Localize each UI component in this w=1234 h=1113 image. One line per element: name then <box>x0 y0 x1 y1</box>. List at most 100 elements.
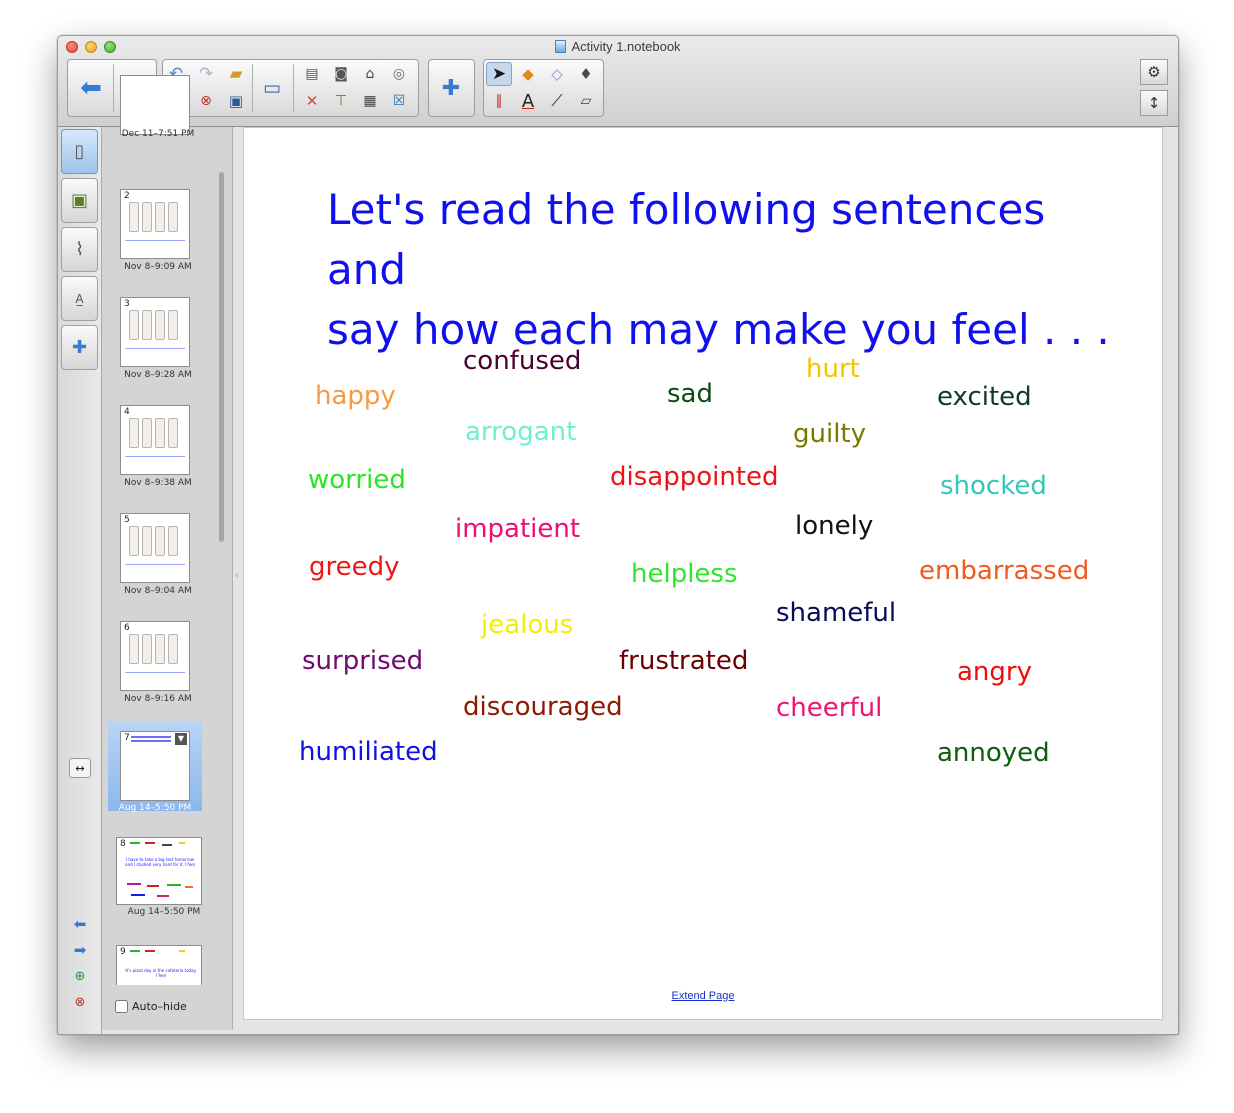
word-arrogant[interactable]: arrogant <box>465 417 576 447</box>
thumbnail-caption: Nov 8–9:38 AM <box>124 478 192 488</box>
eraser-icon: ◇ <box>551 65 563 83</box>
word-jealous[interactable]: jealous <box>481 610 573 640</box>
line-tool-button[interactable]: ⟋ <box>544 89 570 113</box>
autohide-checkbox[interactable] <box>115 1000 128 1013</box>
extend-page-link[interactable]: Extend Page <box>244 990 1162 1002</box>
page-thumbnail[interactable]: 2 Nov 8–9:09 AM <box>102 189 214 279</box>
shapes-tool-button[interactable]: ◆ <box>515 62 541 86</box>
swap-sidebar-button[interactable]: ↔ <box>69 758 91 778</box>
document-camera-button[interactable]: ⌂ <box>357 62 383 86</box>
up-down-arrows-icon: ↕ <box>1147 94 1161 112</box>
handwriting-recognition-button[interactable]: ◎ <box>386 62 412 86</box>
page-thumbnail[interactable]: 5 Nov 8–9:04 AM <box>102 513 214 603</box>
word-frustrated[interactable]: frustrated <box>619 646 748 676</box>
paperclip-icon: ⌇ <box>75 239 84 260</box>
side-tab-bar: ▯ ▣ ⌇ A̲ ✚ ↔ ⬅ ➡ ⊕ ⊗ <box>58 127 102 1034</box>
tab-page-sorter[interactable]: ▯ <box>61 129 98 174</box>
thumbnail-caption: Dec 11–7:51 PM <box>121 129 195 139</box>
page-thumbnail[interactable]: 4 Nov 8–9:38 AM <box>102 405 214 495</box>
autohide-option[interactable]: Auto–hide <box>115 1000 187 1013</box>
open-file-button[interactable]: ▰ <box>223 62 249 86</box>
sorter-scrollbar[interactable] <box>219 172 224 542</box>
presentation-icon: ⊤ <box>334 93 348 109</box>
word-humiliated[interactable]: humiliated <box>299 737 438 767</box>
page-thumbnail[interactable]: 9 It's pizza day in the cafeteria today.… <box>108 945 220 985</box>
thumbnail-number: 6 <box>124 623 130 633</box>
delete-page-small-icon: ⊗ <box>74 994 86 1010</box>
word-shameful[interactable]: shameful <box>776 598 896 628</box>
word-discouraged[interactable]: discouraged <box>463 692 623 722</box>
thumbnail-number: 7 <box>124 733 130 743</box>
tab-attachments[interactable]: ⌇ <box>61 227 98 272</box>
word-surprised[interactable]: surprised <box>302 646 423 676</box>
paste-button[interactable]: ▤ <box>299 62 325 86</box>
sidebar-previous-page-button[interactable]: ⬅ <box>71 915 89 933</box>
page-sorter: Dec 11–7:51 PM 2 Nov 8–9:09 AM 3 Nov 8–9… <box>102 75 233 1030</box>
sidebar-next-page-button[interactable]: ➡ <box>71 941 89 959</box>
word-confused[interactable]: confused <box>463 346 581 376</box>
whiteboard-page[interactable]: Let's read the following sentences and s… <box>243 127 1163 1020</box>
page-thumbnail[interactable]: 3 Nov 8–9:28 AM <box>102 297 214 387</box>
word-lonely[interactable]: lonely <box>795 511 873 541</box>
thumbnail-caption: Nov 8–9:28 AM <box>124 370 192 380</box>
thumbnail-number: 2 <box>124 191 130 201</box>
table-icon: ▦ <box>363 93 377 109</box>
sorter-splitter[interactable]: ‹ <box>233 127 243 1030</box>
fill-tool-button[interactable]: ♦ <box>573 62 599 86</box>
addons-button[interactable]: ✚ <box>429 60 473 116</box>
tab-addons[interactable]: ✚ <box>61 325 98 370</box>
word-guilty[interactable]: guilty <box>793 419 866 449</box>
tab-properties[interactable]: A̲ <box>61 276 98 321</box>
pens-icon: ∥ <box>495 93 503 109</box>
word-cheerful[interactable]: cheerful <box>776 693 882 723</box>
page-thumbnail[interactable]: 6 Nov 8–9:16 AM <box>102 621 214 711</box>
puzzle-tab-icon: ✚ <box>71 337 88 358</box>
thumbnail-number: 9 <box>120 947 126 957</box>
thumbnail-image: 7 ▼ <box>120 731 190 801</box>
word-excited[interactable]: excited <box>937 382 1032 412</box>
page-icon: ▯ <box>74 141 85 162</box>
thumbnail-menu-button[interactable]: ▼ <box>175 733 187 745</box>
word-embarrassed[interactable]: embarrassed <box>919 556 1089 586</box>
x-icon: ✕ <box>305 92 319 110</box>
doc-camera-icon: ⌂ <box>365 66 375 82</box>
thumbnail-caption: Nov 8–9:09 AM <box>124 262 192 272</box>
tab-gallery[interactable]: ▣ <box>61 178 98 223</box>
eraser-shape-tool-button[interactable]: ◇ <box>544 62 570 86</box>
word-worried[interactable]: worried <box>308 465 406 495</box>
page-thumbnail[interactable]: 8 I have to take a big test tomorrow and… <box>108 837 220 927</box>
page-thumbnail[interactable]: Dec 11–7:51 PM <box>102 67 214 157</box>
sidebar-add-page-button[interactable]: ⊕ <box>71 967 89 985</box>
insert-table-button[interactable]: ▦ <box>357 89 383 113</box>
shapes-icon: ◆ <box>522 65 534 83</box>
word-helpless[interactable]: helpless <box>631 559 738 589</box>
close-screen-button[interactable]: ☒ <box>386 89 412 113</box>
text-tool-button[interactable]: A <box>515 89 541 113</box>
page-thumbnail-selected[interactable]: 7 ▼ Aug 14–5:50 PM <box>108 721 202 813</box>
word-shocked[interactable]: shocked <box>940 471 1047 501</box>
delete-object-button[interactable]: ✕ <box>299 89 325 113</box>
heading-line-1: Let's read the following sentences and <box>327 185 1046 294</box>
word-disappointed[interactable]: disappointed <box>610 462 779 492</box>
right-arrow-small-icon: ➡ <box>73 941 87 959</box>
save-button[interactable]: ▣ <box>223 89 249 113</box>
word-impatient[interactable]: impatient <box>455 514 580 544</box>
word-angry[interactable]: angry <box>957 657 1032 687</box>
toolbar-position-button[interactable]: ↕ <box>1140 90 1168 116</box>
select-tool-button[interactable]: ➤ <box>486 62 512 86</box>
word-happy[interactable]: happy <box>315 381 396 411</box>
screen-capture-button[interactable]: ◙ <box>328 62 354 86</box>
add-page-small-icon: ⊕ <box>74 968 86 984</box>
word-sad[interactable]: sad <box>667 379 713 409</box>
folder-icon: ▰ <box>229 64 243 84</box>
word-greedy[interactable]: greedy <box>309 552 400 582</box>
full-screen-button[interactable]: ⊤ <box>328 89 354 113</box>
screen-shade-button[interactable]: ▭ <box>259 76 285 100</box>
thumbnail-image: 5 <box>120 513 190 583</box>
sidebar-delete-page-button[interactable]: ⊗ <box>71 993 89 1011</box>
word-annoyed[interactable]: annoyed <box>937 738 1050 768</box>
eraser-tool-button[interactable]: ▱ <box>573 89 599 113</box>
pens-tool-button[interactable]: ∥ <box>486 89 512 113</box>
properties-button[interactable]: ⚙ <box>1140 59 1168 85</box>
word-hurt[interactable]: hurt <box>806 354 860 384</box>
